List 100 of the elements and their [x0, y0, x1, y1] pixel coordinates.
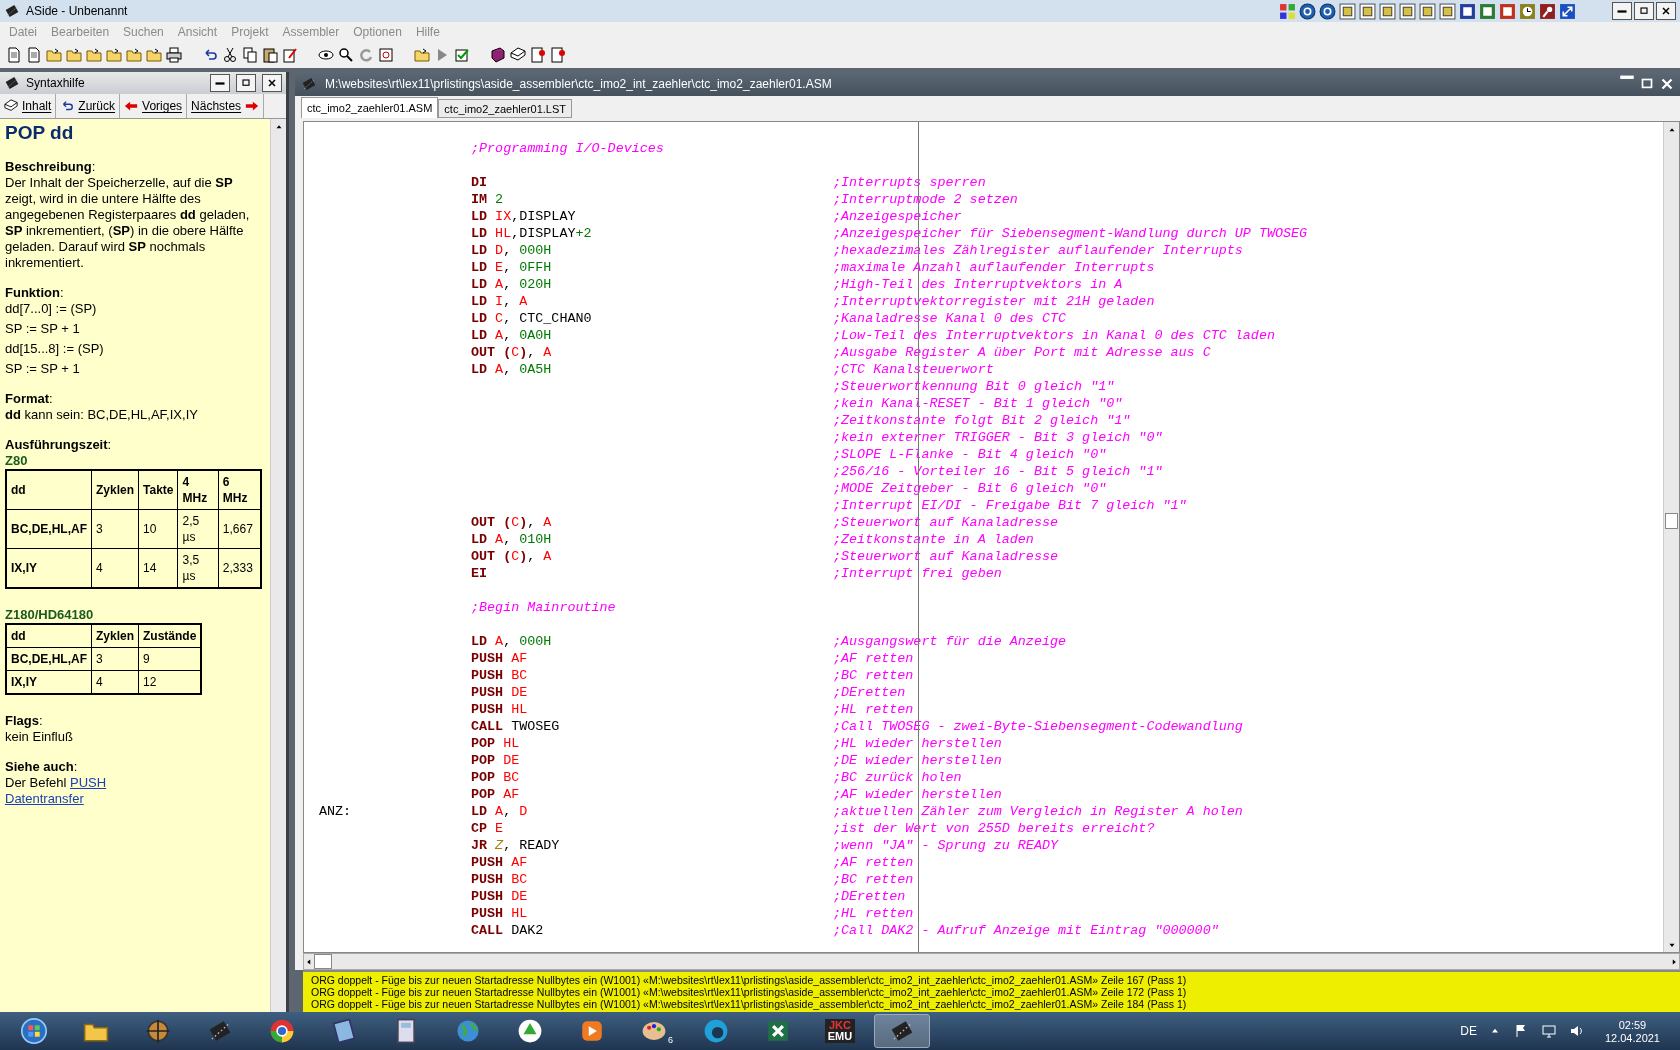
folder-icon[interactable]: [106, 47, 122, 63]
section-title: Flags:: [5, 713, 44, 729]
code-label: ANZ:: [319, 803, 353, 820]
folder-icon[interactable]: [46, 47, 62, 63]
window-icon[interactable]: [1359, 2, 1376, 20]
cut-icon[interactable]: [222, 47, 238, 63]
code-instruction: LD A, 020H: [471, 276, 553, 293]
file-tab[interactable]: ctc_imo2_zaehler01.ASM: [301, 97, 439, 118]
undo-icon[interactable]: [202, 47, 218, 63]
eye-icon[interactable]: [318, 47, 334, 63]
column-header: Takte: [138, 470, 178, 510]
search-icon[interactable]: [338, 47, 354, 63]
code-comment: ;Ausgangswert für die Anzeige: [833, 633, 1068, 650]
speaker-icon[interactable]: [1568, 1023, 1585, 1039]
note-icon[interactable]: [1439, 2, 1456, 20]
code-comment: ;BC retten: [833, 871, 915, 888]
code-comment: ;wenn "JA" - Sprung zu READY: [833, 837, 1060, 854]
taskbar-button[interactable]: JKC EMU: [812, 1014, 868, 1048]
column-header: dd: [6, 624, 92, 648]
close-button[interactable]: [1656, 2, 1676, 20]
help-icon[interactable]: [1299, 2, 1316, 20]
open-folder-icon[interactable]: [146, 47, 162, 63]
word-processor-icon[interactable]: [1459, 2, 1476, 20]
code-comment: ;256/16 - Vorteiler 16 - Bit 5 gleich "1": [833, 463, 1164, 480]
scrollbar[interactable]: [270, 119, 286, 1012]
language-indicator[interactable]: DE: [1460, 1024, 1477, 1038]
folder-icon[interactable]: [126, 47, 142, 63]
maximize-button[interactable]: [236, 74, 256, 92]
table-cell: BC,DE,HL,AF: [6, 509, 92, 549]
clipboard-icon[interactable]: [1379, 2, 1396, 20]
book-icon[interactable]: [490, 47, 506, 63]
new-file-icon[interactable]: [6, 47, 22, 63]
close-button[interactable]: [262, 74, 282, 92]
undo-icon[interactable]: [60, 99, 75, 113]
clock-icon[interactable]: [1519, 2, 1536, 20]
code-instruction: LD A, 010H: [471, 531, 553, 548]
presentation-icon[interactable]: [1499, 2, 1516, 20]
left-arrow-icon[interactable]: [124, 99, 139, 113]
document-title: M:\websites\rt\lex11\prlistings\aside_assembler\ctc_imo2_int_zaehler\ctc_imo2_zaehler01.ASM: [325, 77, 833, 91]
start-button-icon: [21, 1018, 47, 1044]
scroll-thumb[interactable]: [314, 954, 332, 969]
code-comment: ;Steuerwort auf Kanaladresse: [833, 548, 1059, 565]
browser-icon: [269, 1018, 295, 1044]
folder-icon[interactable]: [66, 47, 82, 63]
clock[interactable]: 02:59 12.04.2021: [1604, 1018, 1660, 1044]
printer-icon[interactable]: [166, 47, 182, 63]
edit-icon[interactable]: [282, 47, 298, 63]
code-comment: ;SLOPE L-Flanke - Bit 4 gleich "0": [833, 446, 1108, 463]
horizontal-scrollbar[interactable]: [303, 953, 1680, 970]
warning-message: ORG doppelt - Füge bis zur neuen Startadresse Nullbytes ein (W1001) «M:\websites\rt\lex11\prlistings\aside_assembler\ctc_imo2_int_zaehler\ctc_imo2_zaehler01.ASM» Zeile 172 (Pass 1): [311, 986, 1188, 998]
monitor-icon[interactable]: [1540, 1023, 1557, 1039]
taskbar-button[interactable]: [874, 1014, 930, 1048]
scroll-thumb[interactable]: [1665, 513, 1678, 529]
document-icon[interactable]: [26, 47, 42, 63]
minimize-button[interactable]: [1612, 2, 1632, 20]
code-instruction: OUT (C), A: [471, 548, 553, 565]
table-cell: BC,DE,HL,AF: [6, 647, 92, 671]
code-instruction: LD D, 000H: [471, 242, 553, 259]
recycle-icon: [517, 1018, 543, 1044]
open-book-icon[interactable]: [510, 47, 526, 63]
code-comment: ;Steuerwort auf Kanaladresse: [833, 514, 1059, 531]
code-comment: ;Call TWOSEG - zwei-Byte-Siebensegment-Codewandlung: [833, 718, 1244, 735]
folder-icon[interactable]: [86, 47, 102, 63]
code-instruction: PUSH HL: [471, 905, 529, 922]
code-instruction: POP HL: [471, 735, 521, 752]
formula-text: dd[15...8] := (SP): [5, 341, 105, 357]
folder-icon[interactable]: [414, 47, 430, 63]
book-icon[interactable]: [4, 99, 18, 113]
warning-message: ORG doppelt - Füge bis zur neuen Startadresse Nullbytes ein (W1001) «M:\websites\rt\lex11\prlistings\aside_assembler\ctc_imo2_int_zaehler\ctc_imo2_zaehler01.ASM» Zeile 184 (Pass 1): [311, 998, 1188, 1010]
help-document-icon[interactable]: [530, 47, 546, 63]
taskbar-button[interactable]: 6: [626, 1014, 682, 1048]
code-comment: ;Programming I/O-Devices: [471, 140, 665, 157]
code-comment: ;Interruptmode 2 setzen: [833, 191, 1019, 208]
check-icon[interactable]: [454, 47, 470, 63]
copy-icon[interactable]: [242, 47, 258, 63]
minimize-button[interactable]: [210, 74, 230, 92]
key-icon[interactable]: [1539, 2, 1556, 20]
resize-icon[interactable]: [1559, 2, 1576, 20]
code-instruction: EI: [471, 565, 489, 582]
help-icon[interactable]: [1319, 2, 1336, 20]
table-cell: 10: [138, 509, 178, 549]
right-arrow-icon[interactable]: [245, 99, 260, 113]
book-icon[interactable]: [1419, 2, 1436, 20]
code-instruction: OUT (C), A: [471, 344, 553, 361]
code-comment: ;kein Kanal-RESET - Bit 1 gleich "0": [833, 395, 1124, 412]
minimize-icon[interactable]: [1618, 75, 1636, 80]
code-instruction: LD E, 0FFH: [471, 259, 553, 276]
grid-icon[interactable]: [1279, 2, 1296, 20]
restore-button[interactable]: [1634, 2, 1654, 20]
push-link[interactable]: PUSH: [70, 775, 107, 790]
code-instruction: PUSH BC: [471, 871, 529, 888]
card-icon[interactable]: [1399, 2, 1416, 20]
paste-icon[interactable]: [262, 47, 278, 63]
code-comment: ;Low-Teil des Interruptvektors in Kanal 0 des CTC laden: [833, 327, 1276, 344]
spreadsheet-icon[interactable]: [1479, 2, 1496, 20]
mail-icon[interactable]: [1339, 2, 1356, 20]
file-tab[interactable]: ctc_imo2_zaehler01.LST: [438, 99, 573, 118]
scrollbar[interactable]: [1663, 122, 1679, 952]
topic-link[interactable]: Datentransfer: [5, 791, 84, 806]
help-document-icon[interactable]: [550, 47, 566, 63]
